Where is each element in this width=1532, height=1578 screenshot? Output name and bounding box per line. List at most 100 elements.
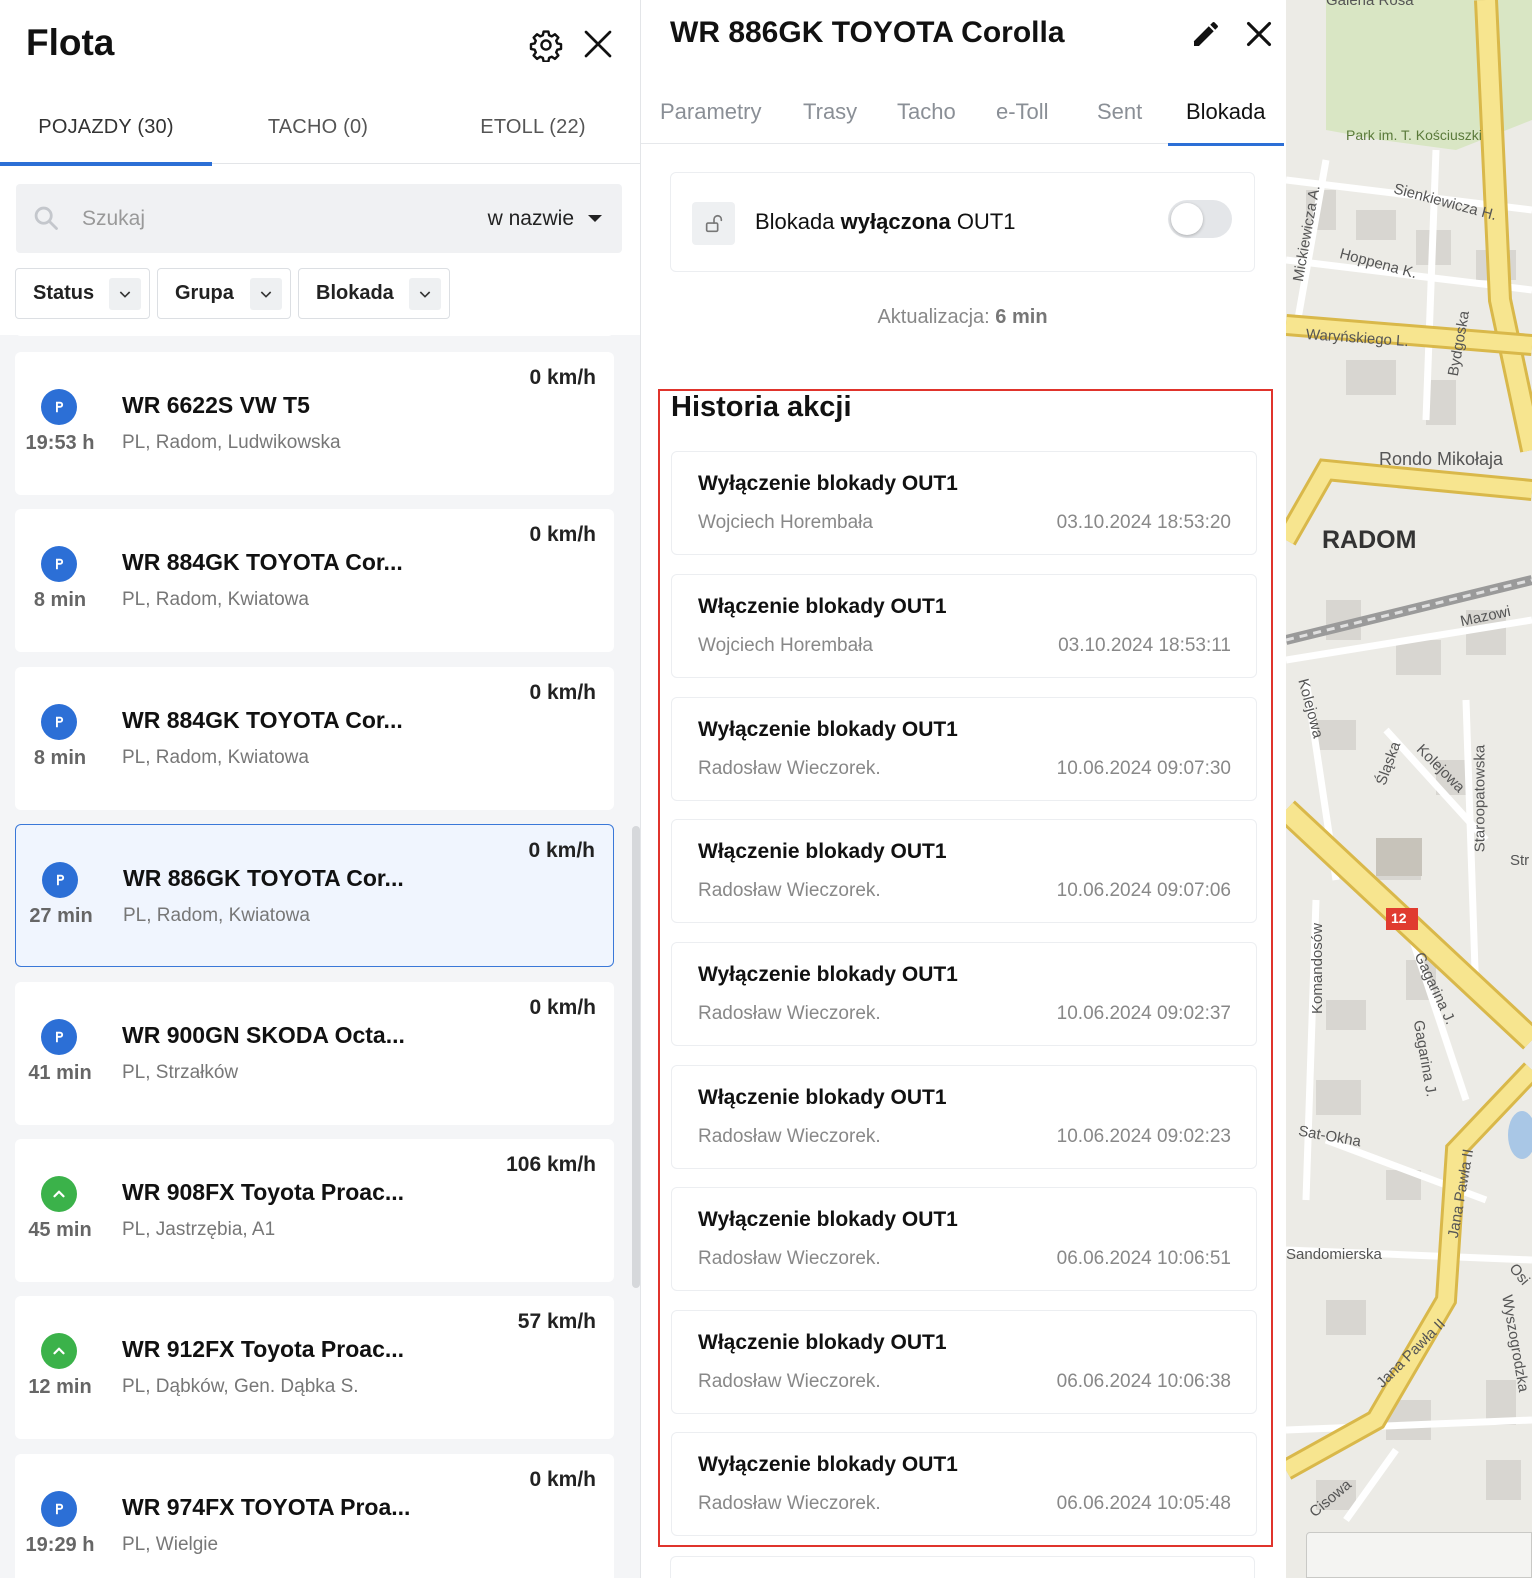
vehicle-address: PL, Radom, Kwiatowa <box>122 747 309 768</box>
fleet-tabs: POJAZDY (30) TACHO (0) ETOLL (22) <box>0 90 640 166</box>
parking-status-icon <box>41 1491 77 1527</box>
chevron-down-icon <box>109 278 141 310</box>
filter-group[interactable]: Grupa <box>157 268 291 319</box>
tab-detail-etoll[interactable]: e-Toll <box>996 80 1049 144</box>
history-action: Wyłączenie blokady OUT1 <box>698 472 958 495</box>
history-item: Wyłączenie blokady OUT1 Radosław Wieczor… <box>671 1432 1257 1536</box>
edit-pencil-icon[interactable] <box>1186 14 1226 54</box>
fleet-header: Flota POJAZDY (30) TACHO (0) ETOLL (22) … <box>0 0 640 335</box>
tab-tacho[interactable]: TACHO (0) <box>212 90 424 164</box>
history-title: Historia akcji <box>671 391 852 423</box>
block-state: wyłączona <box>840 209 951 234</box>
history-item: Włączenie blokady OUT1 Radosław Wieczore… <box>671 819 1257 923</box>
history-user: Radosław Wieczorek. <box>698 1371 881 1392</box>
block-prefix: Blokada <box>755 209 835 234</box>
search-mode-label: w nazwie <box>487 206 574 230</box>
tab-vehicles[interactable]: POJAZDY (30) <box>0 90 212 166</box>
list-item-partial <box>15 322 614 336</box>
vehicle-row[interactable]: 19:29 h WR 974FX TOYOTA Proa... PL, Wiel… <box>15 1454 614 1578</box>
history-action: Wyłączenie blokady OUT1 <box>698 718 958 741</box>
history-item: Włączenie blokady OUT1 Radosław Wieczore… <box>671 1310 1257 1414</box>
history-date: 06.06.2024 10:06:38 <box>1056 1371 1231 1392</box>
vehicle-address: PL, Strzałków <box>122 1062 239 1083</box>
history-user: Radosław Wieczorek. <box>698 1248 881 1269</box>
vehicle-speed: 0 km/h <box>529 996 596 1019</box>
map-label: Rondo Mikołaja <box>1379 449 1504 469</box>
vehicle-speed: 0 km/h <box>529 1468 596 1491</box>
block-toggle-switch[interactable] <box>1168 200 1232 238</box>
parking-status-icon <box>41 1019 77 1055</box>
history-date: 03.10.2024 18:53:20 <box>1056 512 1231 533</box>
history-item: Włączenie blokady OUT1 Wojciech Horembał… <box>671 574 1257 678</box>
map-label: Galeria Rosa <box>1326 0 1414 9</box>
history-action: Wyłączenie blokady OUT1 <box>698 1208 958 1231</box>
history-item: Włączenie blokady OUT1 Radosław Wieczore… <box>671 1065 1257 1169</box>
map-view[interactable]: Galeria Rosa Park im. T. Kościuszki Sien… <box>1286 0 1532 1578</box>
vehicle-speed: 57 km/h <box>517 1310 596 1333</box>
search-mode-dropdown[interactable]: w nazwie <box>488 184 602 253</box>
vehicle-address: PL, Radom, Kwiatowa <box>123 905 310 926</box>
settings-gear-icon[interactable] <box>527 26 565 64</box>
toggle-knob <box>1171 203 1203 235</box>
tab-routes[interactable]: Trasy <box>803 80 857 144</box>
history-date: 10.06.2024 09:07:06 <box>1056 880 1231 901</box>
vehicle-address: PL, Wielgie <box>122 1534 219 1555</box>
history-action: Wyłączenie blokady OUT1 <box>698 963 958 986</box>
history-item: Wyłączenie blokady OUT1 Radosław Wieczor… <box>671 697 1257 801</box>
tab-detail-tacho[interactable]: Tacho <box>897 80 956 144</box>
vehicle-time: 45 min <box>28 1219 92 1241</box>
close-detail-icon[interactable] <box>1239 14 1279 54</box>
search-input[interactable] <box>82 184 442 253</box>
parking-status-icon <box>41 704 77 740</box>
vehicle-address: PL, Radom, Ludwikowska <box>122 432 341 453</box>
vehicle-address: PL, Jastrzębia, A1 <box>122 1219 276 1240</box>
history-date: 06.06.2024 10:06:51 <box>1056 1248 1231 1269</box>
filter-block[interactable]: Blokada <box>298 268 450 319</box>
search-bar: w nazwie <box>16 184 622 253</box>
tab-block[interactable]: Blokada <box>1168 80 1283 146</box>
vehicle-row[interactable]: 8 min WR 884GK TOYOTA Cor... PL, Radom, … <box>15 667 614 810</box>
city-label: RADOM <box>1322 526 1417 554</box>
history-item-partial <box>670 1556 1255 1578</box>
moving-status-icon <box>41 1333 77 1369</box>
history-user: Wojciech Horembała <box>698 512 873 533</box>
history-user: Radosław Wieczorek. <box>698 1003 881 1024</box>
block-status-card: Blokada wyłączona OUT1 <box>670 172 1255 272</box>
vehicle-row[interactable]: 45 min WR 908FX Toyota Proac... PL, Jast… <box>15 1139 614 1282</box>
history-user: Radosław Wieczorek. <box>698 1126 881 1147</box>
vehicle-name: WR 884GK TOYOTA Cor... <box>122 549 403 575</box>
fleet-title: Flota <box>26 22 115 63</box>
map-label: Staroopatowska <box>1471 744 1489 853</box>
tab-etoll[interactable]: ETOLL (22) <box>427 90 639 164</box>
history-date: 10.06.2024 09:07:30 <box>1056 758 1231 779</box>
minimap-thumbnail[interactable] <box>1306 1532 1532 1578</box>
close-fleet-icon[interactable] <box>579 25 617 63</box>
filter-status[interactable]: Status <box>15 268 150 319</box>
map-label: Park im. T. Kościuszki <box>1346 127 1482 143</box>
vehicle-row[interactable]: 8 min WR 884GK TOYOTA Cor... PL, Radom, … <box>15 509 614 652</box>
vehicle-list-scrollbar[interactable] <box>632 826 640 1288</box>
tab-parameters[interactable]: Parametry <box>660 80 761 144</box>
chevron-down-icon <box>250 278 282 310</box>
vehicle-speed: 106 km/h <box>506 1153 596 1176</box>
vehicle-time: 41 min <box>28 1062 92 1084</box>
map-label: Komandosów <box>1308 923 1326 1014</box>
parking-status-icon <box>41 546 77 582</box>
water-area <box>1508 1111 1532 1159</box>
history-item: Wyłączenie blokady OUT1 Radosław Wieczor… <box>671 1187 1257 1291</box>
history-action: Włączenie blokady OUT1 <box>698 1331 947 1354</box>
vehicle-name: WR 900GN SKODA Octa... <box>122 1022 405 1048</box>
vehicle-row-selected[interactable]: 27 min WR 886GK TOYOTA Cor... PL, Radom,… <box>15 824 614 967</box>
vehicle-row[interactable]: 41 min WR 900GN SKODA Octa... PL, Strzał… <box>15 982 614 1125</box>
filter-group-label: Grupa <box>175 282 234 304</box>
vehicle-time: 19:29 h <box>25 1534 95 1556</box>
vehicle-row[interactable]: 19:53 h WR 6622S VW T5 PL, Radom, Ludwik… <box>15 352 614 495</box>
unlock-icon <box>692 202 735 245</box>
parking-status-icon <box>41 389 77 425</box>
search-icon <box>32 204 60 237</box>
vehicle-title: WR 886GK TOYOTA Corolla <box>670 16 1065 49</box>
tab-sent[interactable]: Sent <box>1097 80 1142 144</box>
vehicle-row[interactable]: 12 min WR 912FX Toyota Proac... PL, Dąbk… <box>15 1296 614 1439</box>
history-user: Wojciech Horembała <box>698 635 873 656</box>
vehicle-time: 19:53 h <box>25 432 95 454</box>
